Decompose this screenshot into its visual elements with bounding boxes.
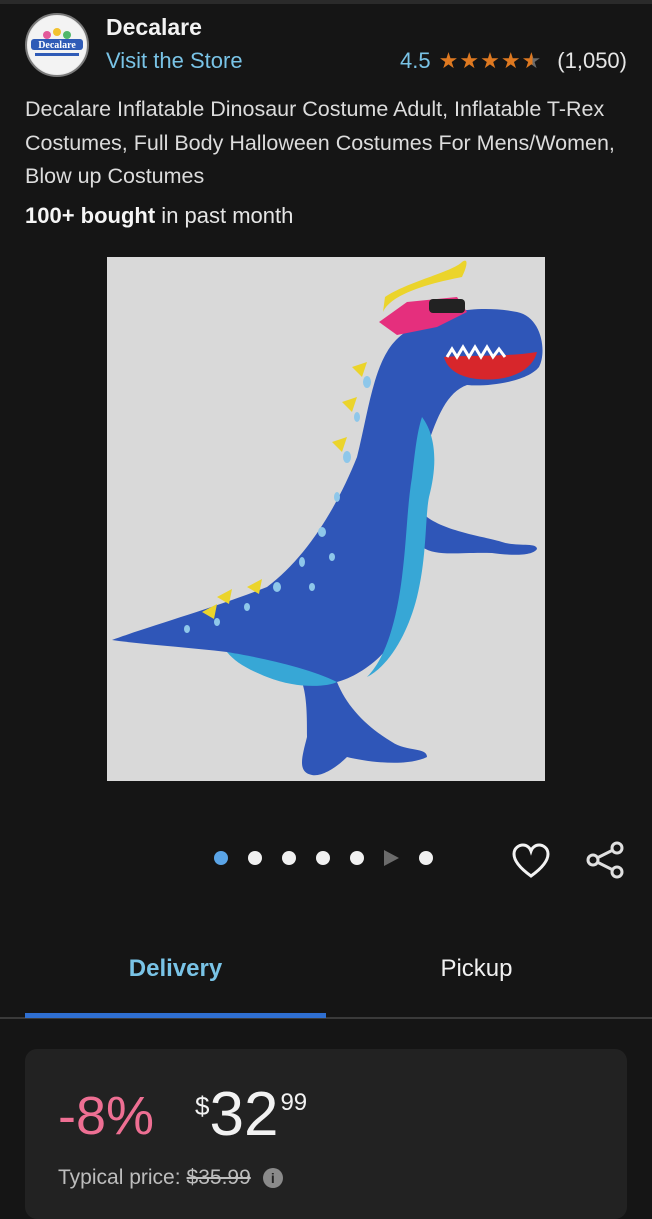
- share-icon[interactable]: [585, 840, 625, 880]
- tab-pickup[interactable]: Pickup: [326, 955, 627, 983]
- rating-value: 4.5: [400, 48, 431, 73]
- bought-in-past-month: 100+ bought in past month: [25, 203, 293, 229]
- price-whole: 32: [209, 1080, 279, 1149]
- top-divider: [0, 0, 652, 4]
- brand-logo-image: Decalare: [28, 16, 86, 74]
- image-pagination[interactable]: [214, 850, 453, 866]
- typical-price-value: $35.99: [186, 1166, 251, 1189]
- rating-summary[interactable]: 4.5 ★ ★ ★ ★ ★ (1,050): [400, 48, 627, 74]
- pagination-dot[interactable]: [248, 851, 262, 865]
- star-icon: ★: [438, 48, 459, 73]
- heart-icon[interactable]: [512, 843, 550, 879]
- active-tab-indicator: [25, 1013, 326, 1018]
- brand-name[interactable]: Decalare: [106, 14, 202, 41]
- rating-count[interactable]: (1,050): [557, 48, 627, 74]
- pagination-dot[interactable]: [419, 851, 433, 865]
- svg-text:Decalare: Decalare: [38, 40, 76, 51]
- pagination-dot-active[interactable]: [214, 851, 228, 865]
- current-price: $ 32 99: [195, 1083, 307, 1147]
- pagination-dot[interactable]: [282, 851, 296, 865]
- star-icon: ★: [459, 48, 480, 73]
- visit-store-link[interactable]: Visit the Store: [106, 48, 243, 74]
- bought-count: 100+ bought: [25, 203, 156, 228]
- info-icon[interactable]: i: [262, 1168, 283, 1188]
- product-title: Decalare Inflatable Dinosaur Costume Adu…: [25, 97, 615, 188]
- dinosaur-costume-image: [107, 257, 545, 781]
- price-fraction: 99: [280, 1089, 308, 1116]
- tab-delivery[interactable]: Delivery: [25, 955, 326, 983]
- price-currency: $: [195, 1091, 210, 1121]
- star-rating: ★ ★ ★ ★ ★: [439, 50, 542, 72]
- star-icon: ★: [500, 48, 521, 73]
- pagination-dot[interactable]: [350, 851, 364, 865]
- video-play-icon[interactable]: [384, 850, 399, 866]
- brand-logo[interactable]: Decalare: [25, 13, 89, 77]
- pagination-dot[interactable]: [316, 851, 330, 865]
- half-star-icon: ★: [521, 48, 542, 73]
- discount-percent: -8%: [58, 1086, 155, 1146]
- product-image[interactable]: [107, 257, 545, 781]
- typical-price: Typical price: $35.99 i: [58, 1166, 283, 1190]
- bought-period: in past month: [155, 203, 294, 228]
- star-icon: ★: [480, 48, 500, 73]
- typical-price-label: Typical price:: [58, 1166, 181, 1189]
